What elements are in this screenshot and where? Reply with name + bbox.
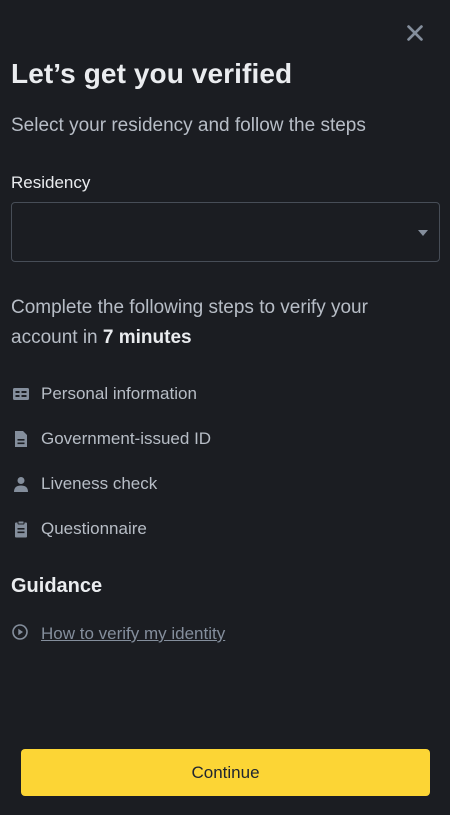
step-label: Government-issued ID (41, 429, 212, 448)
step-questionnaire: Questionnaire (11, 517, 147, 541)
residency-select[interactable] (11, 202, 440, 262)
play-circle-icon (11, 623, 29, 646)
page-title: Let’s get you verified (11, 58, 293, 89)
steps-intro: Complete the following steps to verify y… (11, 293, 431, 353)
step-label: Personal information (41, 384, 197, 403)
close-icon (407, 25, 423, 41)
step-label: Questionnaire (41, 519, 147, 538)
id-card-icon (11, 384, 31, 404)
close-button[interactable] (402, 20, 428, 46)
step-government-id: Government-issued ID (11, 427, 211, 451)
person-icon (11, 474, 31, 494)
step-liveness-check: Liveness check (11, 472, 157, 496)
page-subtitle: Select your residency and follow the ste… (11, 115, 366, 136)
continue-button[interactable]: Continue (21, 749, 430, 796)
how-to-verify-link[interactable]: How to verify my identity (11, 622, 225, 646)
step-personal-information: Personal information (11, 382, 197, 406)
steps-duration: 7 minutes (102, 327, 192, 348)
clipboard-icon (11, 519, 31, 539)
caret-down-icon (418, 230, 428, 236)
how-to-verify-link-label: How to verify my identity (41, 624, 226, 643)
document-icon (11, 429, 31, 449)
guidance-heading: Guidance (11, 575, 103, 597)
step-label: Liveness check (41, 474, 158, 493)
verification-panel: Let’s get you verified Select your resid… (0, 0, 450, 815)
residency-label: Residency (11, 173, 91, 192)
